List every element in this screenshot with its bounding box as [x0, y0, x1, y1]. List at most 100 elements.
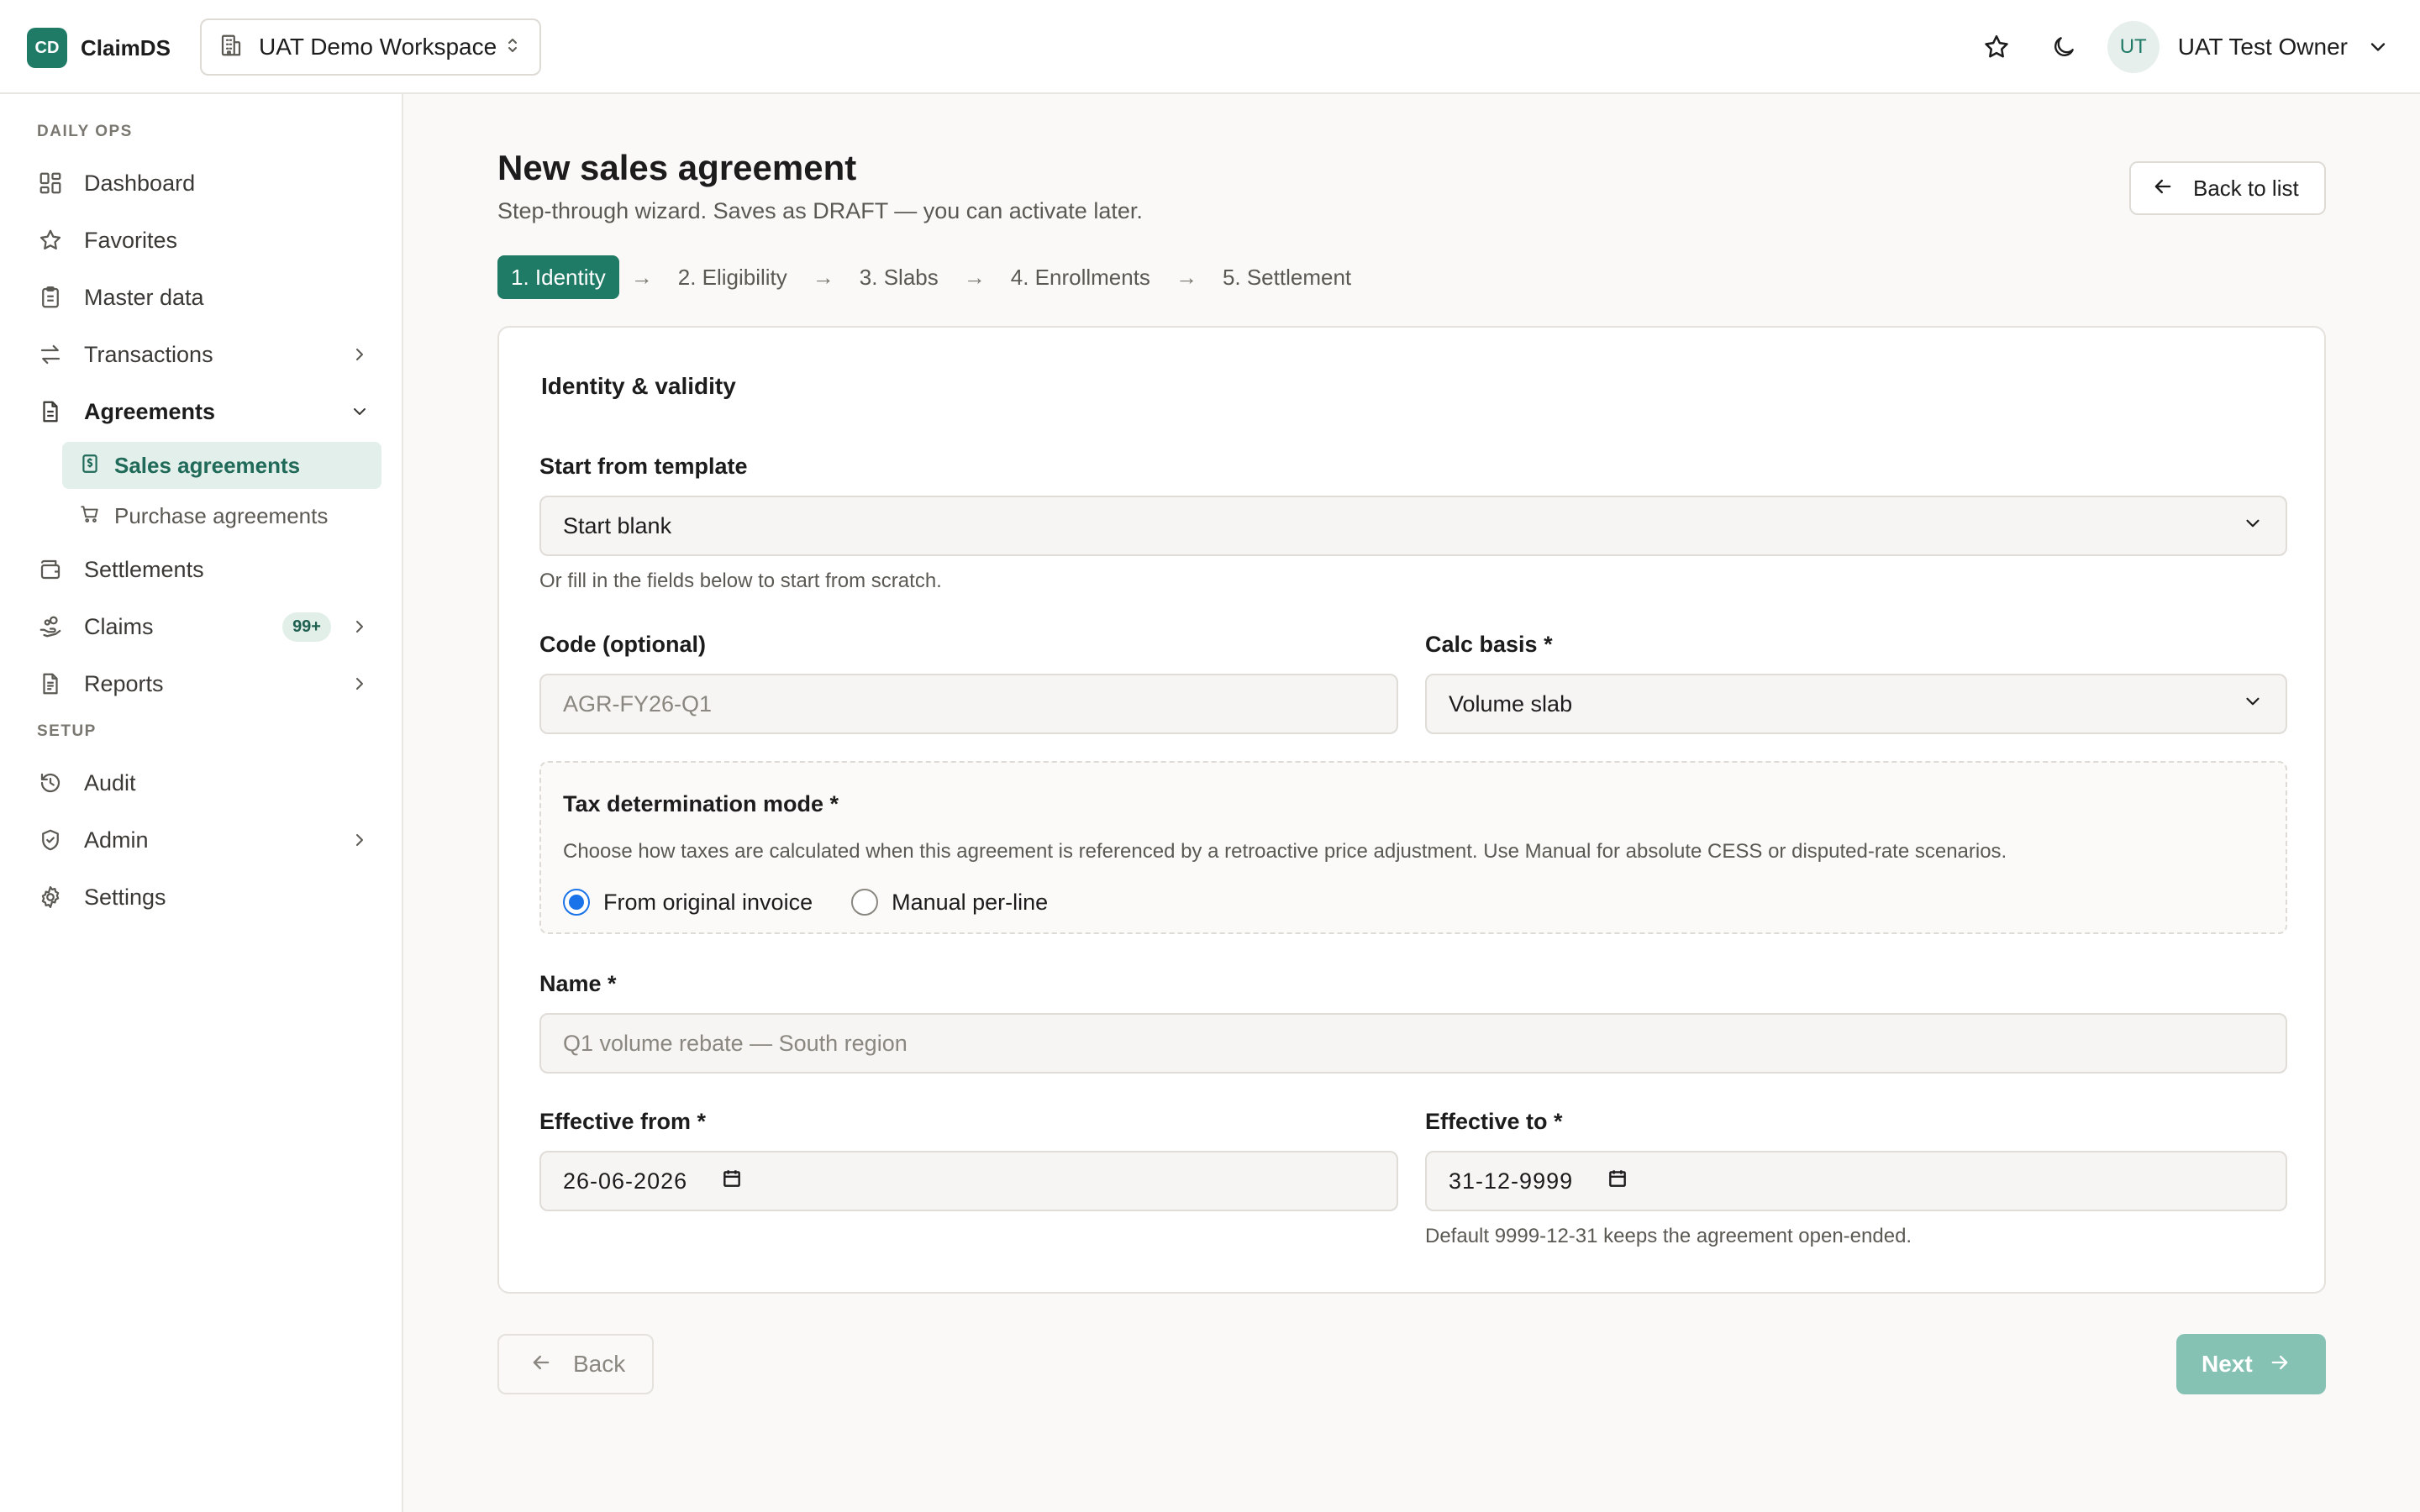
radio-from-original-invoice[interactable] — [563, 889, 590, 916]
effective-from-input[interactable]: 26-06-2026 — [539, 1151, 1398, 1211]
sidebar-item-claims[interactable]: Claims 99+ — [37, 603, 373, 650]
sidebar-item-label: Favorites — [84, 227, 178, 253]
avatar[interactable]: UT — [2107, 21, 2160, 73]
identity-form-card: Identity & validity Start from template … — [497, 326, 2326, 1294]
chevron-up-down-icon — [502, 33, 523, 62]
step-enrollments[interactable]: 4. Enrollments — [997, 255, 1164, 299]
back-button[interactable]: Back — [497, 1334, 654, 1394]
moon-icon — [2054, 37, 2074, 56]
user-name[interactable]: UAT Test Owner — [2178, 34, 2348, 60]
calc-basis-label: Calc basis * — [1425, 632, 1553, 657]
claims-count-badge: 99+ — [282, 612, 331, 642]
step-arrow: → — [1175, 264, 1197, 290]
chevron-right-icon — [346, 670, 373, 697]
calendar-icon[interactable] — [721, 1168, 743, 1195]
template-select[interactable]: Start blank — [539, 496, 2287, 556]
radio-label-manual-per-line[interactable]: Manual per-line — [892, 890, 1048, 916]
sidebar: DAILY OPS Dashboard Favorites Master dat… — [0, 94, 403, 1512]
step-arrow: → — [963, 264, 986, 290]
arrow-left-icon — [529, 1351, 553, 1378]
sidebar-item-master-data[interactable]: Master data — [37, 274, 373, 321]
brand-logo: CD — [27, 28, 67, 68]
star-icon — [1984, 34, 2008, 58]
workspace-switcher[interactable]: UAT Demo Workspace — [200, 18, 541, 76]
chevron-right-icon — [346, 613, 373, 640]
name-placeholder: Q1 volume rebate — South region — [563, 1030, 908, 1056]
template-label: Start from template — [539, 454, 748, 479]
history-icon — [37, 769, 64, 796]
chevron-right-icon — [346, 827, 373, 853]
chevron-down-icon — [2242, 512, 2264, 540]
shield-check-icon — [37, 827, 64, 853]
sidebar-item-favorites[interactable]: Favorites — [37, 217, 373, 264]
sidebar-item-label: Dashboard — [84, 170, 196, 196]
radio-label-from-original-invoice[interactable]: From original invoice — [603, 890, 813, 916]
theme-toggle-button[interactable] — [2040, 24, 2087, 71]
user-menu-chevron[interactable] — [2365, 24, 2391, 71]
back-to-list-label: Back to list — [2193, 175, 2299, 201]
code-input[interactable]: AGR-FY26-Q1 — [539, 674, 1398, 734]
report-icon — [37, 670, 64, 697]
section-setup: SETUP — [37, 722, 97, 740]
tax-mode-options: From original invoice Manual per-line — [563, 889, 1086, 916]
next-button-label: Next — [2202, 1351, 2253, 1377]
code-placeholder: AGR-FY26-Q1 — [563, 690, 713, 717]
top-bar: CD ClaimDS UAT Demo Workspace UT UAT Tes… — [0, 0, 2420, 94]
sidebar-item-agreements[interactable]: Agreements — [37, 388, 373, 435]
calc-basis-select[interactable]: Volume slab — [1425, 674, 2287, 734]
brand[interactable]: CD ClaimDS — [27, 28, 171, 68]
section-daily-ops: DAILY OPS — [37, 123, 133, 140]
sidebar-item-dashboard[interactable]: Dashboard — [37, 160, 373, 207]
template-value: Start blank — [563, 512, 672, 538]
effective-to-label: Effective to * — [1425, 1109, 1563, 1134]
sidebar-item-label: Claims — [84, 613, 154, 639]
page-title: New sales agreement — [497, 148, 857, 187]
step-eligibility[interactable]: 2. Eligibility — [665, 255, 801, 299]
code-label: Code (optional) — [539, 632, 706, 657]
wallet-icon — [37, 556, 64, 583]
arrow-left-icon — [2151, 175, 2175, 202]
step-arrow: → — [630, 264, 653, 290]
sidebar-item-settlements[interactable]: Settlements — [37, 546, 373, 593]
page-subtitle: Step-through wizard. Saves as DRAFT — yo… — [497, 198, 1143, 223]
effective-from-label: Effective from * — [539, 1109, 707, 1134]
step-slabs[interactable]: 3. Slabs — [846, 255, 952, 299]
sidebar-item-label: Settlements — [84, 556, 204, 582]
next-button[interactable]: Next — [2176, 1334, 2326, 1394]
step-identity[interactable]: 1. Identity — [497, 255, 619, 299]
workspace-label: UAT Demo Workspace — [259, 34, 497, 60]
sidebar-item-settings[interactable]: Settings — [37, 874, 373, 921]
effective-to-helper: Default 9999-12-31 keeps the agreement o… — [1425, 1225, 1912, 1247]
sidebar-item-audit[interactable]: Audit — [37, 759, 373, 806]
chevron-down-icon — [2242, 690, 2264, 718]
sidebar-item-transactions[interactable]: Transactions — [37, 331, 373, 378]
tax-mode-group: Tax determination mode * Choose how taxe… — [539, 761, 2287, 934]
back-to-list-button[interactable]: Back to list — [2129, 161, 2326, 215]
chevron-down-icon — [2370, 43, 2386, 51]
calendar-icon[interactable] — [1607, 1168, 1628, 1195]
radio-manual-per-line[interactable] — [851, 889, 879, 916]
step-settlement[interactable]: 5. Settlement — [1209, 255, 1365, 299]
back-button-label: Back — [573, 1351, 626, 1377]
sidebar-item-label: Master data — [84, 284, 204, 310]
card-title: Identity & validity — [541, 373, 736, 399]
effective-from-value: 26-06-2026 — [563, 1168, 688, 1194]
sidebar-item-purchase-agreements[interactable]: Purchase agreements — [62, 492, 381, 539]
sidebar-item-reports[interactable]: Reports — [37, 660, 373, 707]
sidebar-item-label: Reports — [84, 670, 164, 696]
sidebar-item-label: Agreements — [84, 398, 216, 424]
name-label: Name * — [539, 971, 617, 996]
favorites-star-button[interactable] — [1973, 24, 2020, 71]
step-arrow: → — [812, 264, 834, 290]
arrow-right-icon — [2268, 1351, 2291, 1378]
chevron-down-icon — [346, 398, 373, 425]
dashboard-icon — [37, 170, 64, 197]
effective-to-value: 31-12-9999 — [1449, 1168, 1574, 1194]
name-input[interactable]: Q1 volume rebate — South region — [539, 1013, 2287, 1074]
shopping-cart-icon — [79, 503, 101, 529]
sidebar-item-label: Settings — [84, 884, 166, 910]
sidebar-item-admin[interactable]: Admin — [37, 816, 373, 864]
template-helper: Or fill in the fields below to start fro… — [539, 570, 942, 592]
effective-to-input[interactable]: 31-12-9999 — [1425, 1151, 2287, 1211]
sidebar-item-sales-agreements[interactable]: Sales agreements — [62, 442, 381, 489]
